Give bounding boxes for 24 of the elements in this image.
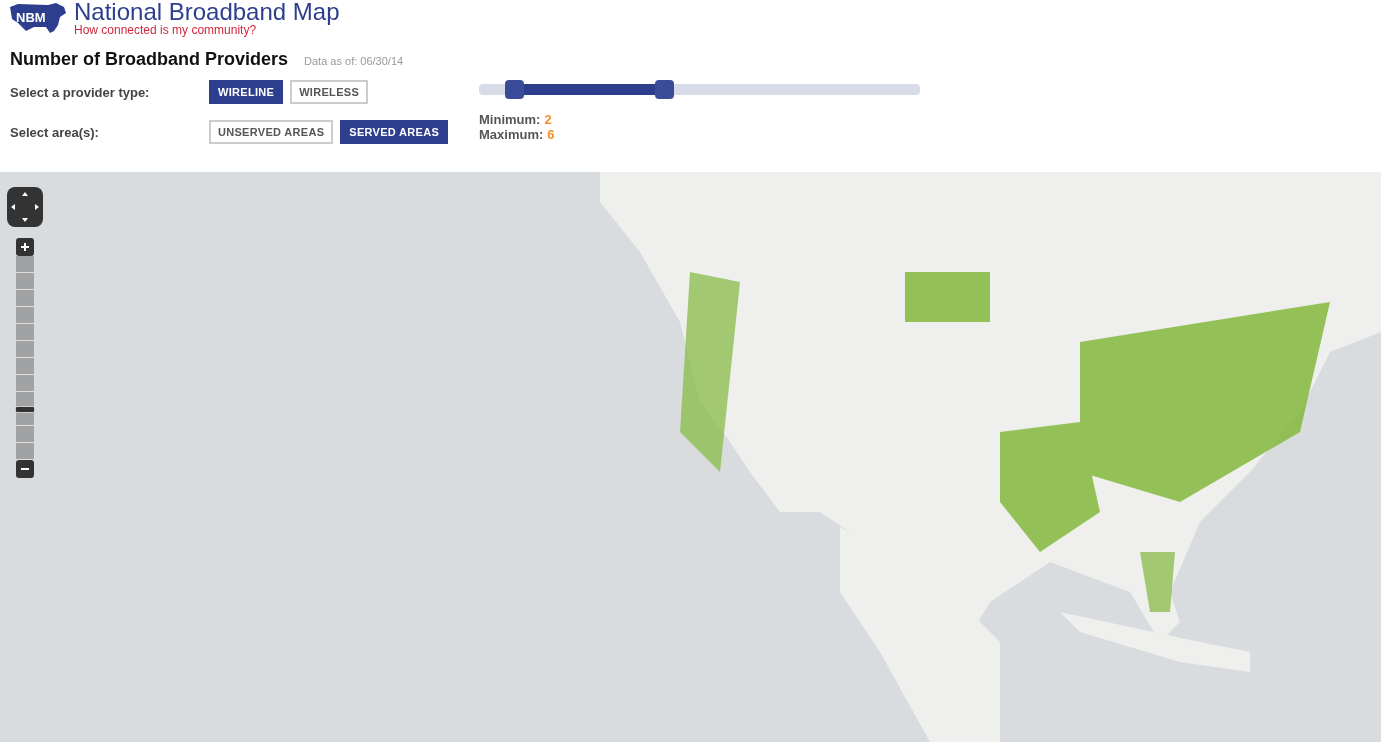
map-outline-icon — [8, 1, 68, 35]
logo-text: NBM — [16, 10, 46, 25]
tagline: How connected is my community? — [74, 24, 258, 36]
minimum-value: 2 — [544, 112, 552, 127]
plus-icon — [20, 242, 30, 252]
zoom-out-button[interactable] — [16, 460, 34, 478]
slider-handle[interactable] — [655, 80, 675, 99]
area-button[interactable]: UNSERVED AREAS — [209, 120, 334, 144]
page-heading: Number of Broadband Providers — [10, 49, 289, 70]
zoom-in-button[interactable] — [16, 238, 34, 256]
area-label: Select area(s): — [10, 124, 100, 140]
site-title[interactable]: National Broadband Map — [74, 0, 340, 24]
logo[interactable]: NBM — [8, 0, 68, 36]
provider-type-label: Select a provider type: — [10, 84, 151, 100]
provider-type-button[interactable]: WIRELESS — [290, 80, 369, 104]
minimum-label: Minimum: — [479, 112, 541, 127]
maximum-label: Maximum: — [479, 127, 544, 142]
zoom-slider-handle[interactable] — [15, 406, 35, 414]
data-date: Data as of: 06/30/14 — [304, 55, 404, 67]
pan-control[interactable] — [7, 187, 43, 227]
area-button[interactable]: SERVED AREAS — [340, 120, 449, 144]
maximum-value: 6 — [547, 127, 555, 142]
provider-type-button[interactable]: WIRELINE — [209, 80, 284, 104]
slider-handle[interactable] — [505, 80, 525, 99]
